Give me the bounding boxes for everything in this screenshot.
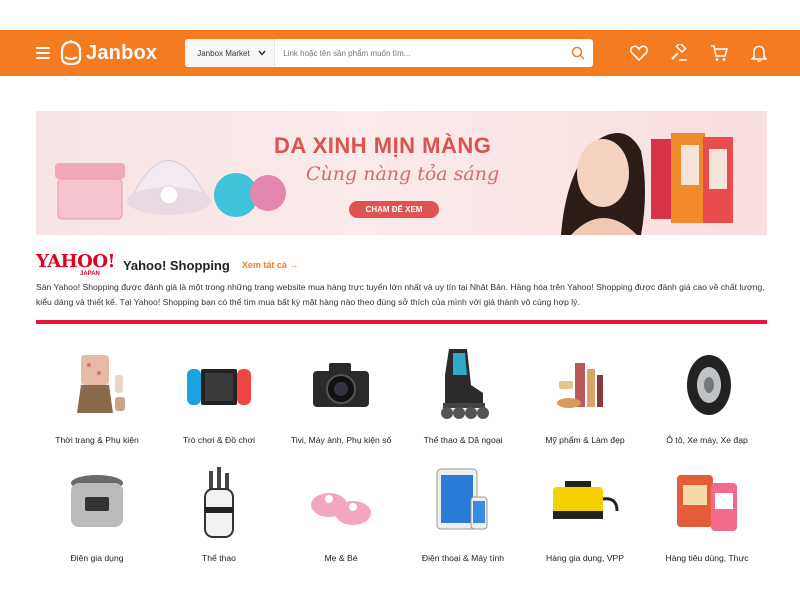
store-select-value: Janbox Market bbox=[197, 48, 250, 58]
face-mask-packs-image bbox=[651, 133, 733, 223]
janbox-logo-mark-icon bbox=[60, 40, 82, 66]
see-all-link[interactable]: Xem tất cả → bbox=[242, 260, 299, 270]
category-label: Hàng tiêu dùng, Thực bbox=[665, 553, 749, 563]
category-label: Điện thoại & Máy tính bbox=[421, 553, 505, 563]
category-label: Tivi, Máy ảnh, Phụ kiện số bbox=[290, 435, 392, 445]
section-header: YAHOO! JAPAN Yahoo! Shopping Xem tất cả … bbox=[36, 251, 299, 278]
category-item-games[interactable]: Trò chơi & Đồ chơi bbox=[158, 345, 280, 445]
category-item-cosmetics[interactable]: Mỹ phẩm & Làm đẹp bbox=[524, 345, 646, 445]
banner-title: DA XINH MỊN MÀNG bbox=[274, 133, 492, 158]
category-label: Thời trang & Phụ kiện bbox=[55, 435, 139, 445]
rice-cooker-icon bbox=[71, 475, 123, 527]
golf-bag-icon bbox=[204, 467, 234, 538]
chevron-down-icon bbox=[258, 50, 266, 56]
category-item-appliances[interactable]: Điện gia dụng bbox=[36, 463, 158, 563]
category-label: Ô tô, Xe máy, Xe đạp bbox=[666, 435, 748, 445]
search-icon[interactable] bbox=[563, 39, 593, 67]
janbox-logo[interactable]: Janbox bbox=[60, 40, 157, 66]
tablet-phone-icon bbox=[436, 468, 488, 530]
face-brush-images bbox=[214, 173, 286, 217]
cream-jar-image bbox=[55, 163, 125, 220]
category-label: Thể thao & Dã ngoại bbox=[423, 435, 503, 445]
game-console-icon bbox=[187, 369, 251, 405]
snack-icon bbox=[677, 475, 737, 531]
arrow-right-icon: → bbox=[289, 260, 299, 270]
see-all-label: Xem tất cả bbox=[241, 260, 287, 270]
category-item-phones[interactable]: Điện thoại & Máy tính bbox=[402, 463, 524, 563]
heart-icon[interactable] bbox=[619, 30, 659, 76]
category-label: Trò chơi & Đồ chơi bbox=[182, 435, 256, 445]
category-item-electronics[interactable]: Tivi, Máy ảnh, Phụ kiện số bbox=[280, 345, 402, 445]
auction-hammer-icon[interactable] bbox=[659, 30, 699, 76]
category-label: Điện gia dụng bbox=[70, 553, 124, 563]
pressure-washer-icon bbox=[553, 481, 619, 519]
category-label: Mẹ & Bé bbox=[324, 553, 358, 563]
cosmetics-icon bbox=[557, 363, 603, 408]
model-portrait-image bbox=[561, 133, 645, 235]
top-spacer bbox=[0, 0, 800, 30]
category-item-household[interactable]: Hàng gia dụng, VPP bbox=[524, 463, 646, 563]
section-description: Sàn Yahoo! Shopping được đánh giá là một… bbox=[36, 282, 765, 307]
promo-banner[interactable]: DA XINH MỊN MÀNG Cùng nàng tỏa sáng CHẠM… bbox=[36, 111, 767, 235]
banner-cta-button[interactable]: CHẠM ĐỂ XEM bbox=[349, 201, 439, 218]
category-item-outdoor[interactable]: Thể thao & Dã ngoại bbox=[402, 345, 524, 445]
search-bar: Janbox Market bbox=[185, 39, 594, 67]
category-label: Mỹ phẩm & Làm đẹp bbox=[545, 435, 625, 445]
section-title: Yahoo! Shopping bbox=[122, 257, 230, 273]
roller-skate-icon bbox=[441, 349, 489, 419]
category-item-fashion[interactable]: Thời trang & Phụ kiện bbox=[36, 345, 158, 445]
yahoo-logo-sub: JAPAN bbox=[80, 271, 100, 277]
category-item-sports[interactable]: Thể thao bbox=[158, 463, 280, 563]
yahoo-japan-logo[interactable]: YAHOO! JAPAN bbox=[36, 251, 115, 278]
banner-subtitle: Cùng nàng tỏa sáng bbox=[306, 163, 500, 185]
menu-icon[interactable] bbox=[36, 47, 50, 59]
store-select[interactable]: Janbox Market bbox=[185, 39, 276, 67]
section-divider bbox=[36, 320, 767, 324]
baby-shoes-icon bbox=[311, 493, 371, 525]
yahoo-logo-main: YAHOO! bbox=[36, 251, 115, 272]
cart-icon[interactable] bbox=[699, 30, 739, 76]
camera-icon bbox=[313, 363, 369, 407]
search-input[interactable] bbox=[275, 39, 564, 67]
category-label: Thể thao bbox=[202, 553, 236, 563]
category-item-vehicles[interactable]: Ô tô, Xe máy, Xe đạp bbox=[646, 345, 768, 445]
category-label: Hàng gia dụng, VPP bbox=[546, 553, 624, 563]
pearl-shell-image bbox=[127, 160, 211, 215]
fashion-icon bbox=[77, 355, 125, 413]
bell-icon[interactable] bbox=[739, 30, 779, 76]
category-item-consumer-goods[interactable]: Hàng tiêu dùng, Thực bbox=[646, 463, 768, 563]
tire-icon bbox=[687, 355, 731, 415]
category-item-baby[interactable]: Mẹ & Bé bbox=[280, 463, 402, 563]
logo-text: Janbox bbox=[86, 41, 158, 64]
category-grid: Thời trang & Phụ kiện Trò chơi & Đồ chơi… bbox=[36, 345, 768, 563]
header-bar: Janbox Janbox Market bbox=[0, 30, 800, 76]
